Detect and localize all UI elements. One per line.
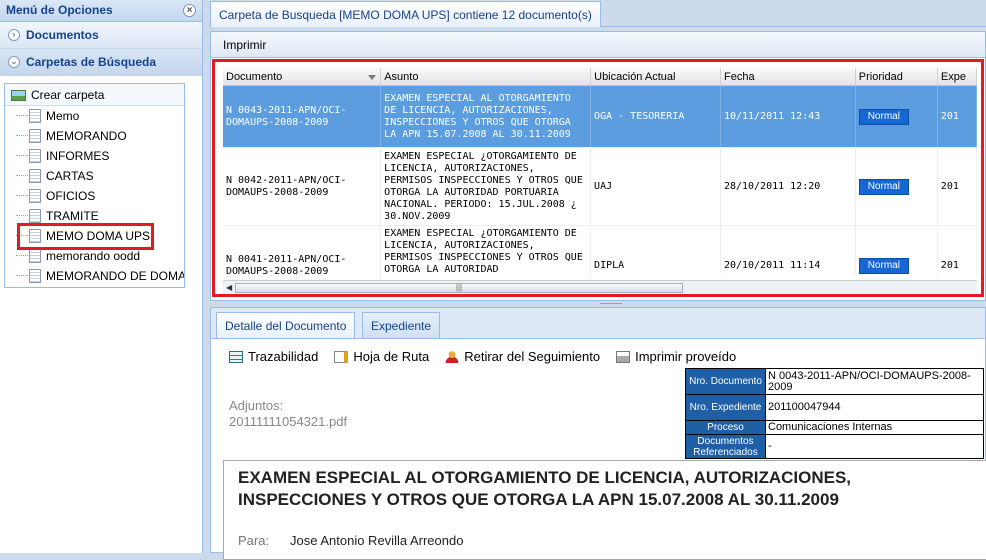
tab-search-folder-label: Carpeta de Busqueda [MEMO DOMA UPS] cont… (219, 8, 592, 22)
create-folder-button[interactable]: Crear carpeta (5, 84, 184, 106)
document-icon (29, 109, 41, 123)
collapse-panel-icon[interactable]: × (183, 4, 196, 17)
document-title: EXAMEN ESPECIAL AL OTORGAMIENTO DE LICEN… (238, 468, 852, 509)
chevron-down-icon: ⌄ (8, 56, 20, 68)
trazabilidad-button[interactable]: Trazabilidad (229, 346, 318, 368)
results-toolbar: Imprimir (211, 32, 985, 58)
document-icon (29, 209, 41, 223)
attachments: Adjuntos: 20111111054321.pdf (229, 398, 347, 430)
tab-expediente[interactable]: Expediente (362, 312, 441, 338)
hoja-de-ruta-button[interactable]: Hoja de Ruta (334, 346, 429, 368)
section-carpetas-label: Carpetas de Búsqueda (26, 55, 157, 69)
meta-value: N 0043-2011-APN/OCI-DOMAUPS-2008-2009 (765, 368, 984, 395)
meta-label: Nro. Documento (685, 368, 766, 395)
tab-expediente-label: Expediente (371, 319, 432, 333)
folder-label: memorando oodd (46, 249, 141, 263)
folder-label: TRAMITE (46, 209, 99, 223)
folder-tree: Crear carpeta Memo MEMORANDO INFORMES CA… (4, 83, 185, 288)
highlight-box-folder (17, 223, 154, 250)
document-icon (29, 149, 41, 163)
section-carpetas[interactable]: ⌄ Carpetas de Búsqueda (0, 49, 202, 76)
meta-value: Comunicaciones Internas (765, 420, 984, 435)
main-tab-bar: Carpeta de Busqueda [MEMO DOMA UPS] cont… (210, 0, 986, 27)
folder-item[interactable]: MEMORANDO (5, 126, 184, 146)
document-preview: EXAMEN ESPECIAL AL OTORGAMIENTO DE LICEN… (223, 460, 986, 560)
imprimir-proveido-button[interactable]: Imprimir proveído (616, 346, 736, 368)
section-documentos-label: Documentos (26, 28, 99, 42)
attachments-label: Adjuntos: (229, 398, 284, 413)
chevron-right-icon: › (8, 29, 20, 41)
meta-label: Documentos Referenciados (685, 434, 766, 459)
document-icon (29, 269, 41, 283)
para-label: Para: (238, 533, 270, 548)
document-icon (29, 189, 41, 203)
folder-item[interactable]: INFORMES (5, 146, 184, 166)
para-value: Jose Antonio Revilla Arreondo (290, 533, 464, 548)
folder-item[interactable]: CARTAS (5, 166, 184, 186)
edit-document-icon (334, 351, 349, 363)
folder-label: OFICIOS (46, 189, 96, 203)
tab-detalle-documento[interactable]: Detalle del Documento (216, 312, 356, 338)
folder-label: INFORMES (46, 149, 110, 163)
document-icon (29, 169, 41, 183)
print-button[interactable]: Imprimir (223, 38, 266, 52)
meta-label: Proceso (685, 420, 766, 435)
tab-detalle-label: Detalle del Documento (225, 319, 347, 333)
document-detail-panel: Detalle del Documento Expediente Trazabi… (210, 307, 986, 560)
table-icon (229, 351, 243, 363)
section-documentos[interactable]: › Documentos (0, 22, 202, 49)
printer-icon (616, 351, 631, 363)
folder-item[interactable]: Memo (5, 106, 184, 126)
options-panel-title: Menú de Opciones (6, 3, 113, 17)
folder-label: CARTAS (46, 169, 94, 183)
highlight-box-grid (212, 59, 984, 297)
folder-item[interactable]: OFICIOS (5, 186, 184, 206)
folder-label: Memo (46, 109, 80, 123)
detail-tab-bar: Detalle del Documento Expediente (211, 308, 985, 339)
folder-label: MEMORANDO (46, 129, 127, 143)
meta-value: - (765, 434, 984, 459)
folder-label: MEMORANDO DE DOMA (46, 269, 184, 283)
attachment-file-link[interactable]: 20111111054321.pdf (229, 414, 347, 430)
tab-search-folder[interactable]: Carpeta de Busqueda [MEMO DOMA UPS] cont… (210, 1, 601, 27)
detail-toolbar: Trazabilidad Hoja de Ruta Retirar del Se… (229, 346, 986, 368)
document-icon (29, 129, 41, 143)
image-icon (11, 90, 26, 101)
folder-item[interactable]: MEMORANDO DE DOMA (5, 266, 184, 286)
options-panel: Menú de Opciones × › Documentos ⌄ Carpet… (0, 0, 203, 553)
meta-label: Nro. Expediente (685, 394, 766, 421)
options-panel-header: Menú de Opciones × (0, 0, 202, 22)
meta-value: 201100047944 (765, 394, 984, 421)
retirar-seguimiento-button[interactable]: Retirar del Seguimiento (445, 346, 600, 368)
remove-user-icon (445, 351, 460, 363)
document-icon (29, 249, 41, 263)
document-metadata-table: Nro. Documento N 0043-2011-APN/OCI-DOMAU… (685, 368, 984, 459)
create-folder-label: Crear carpeta (31, 88, 105, 102)
